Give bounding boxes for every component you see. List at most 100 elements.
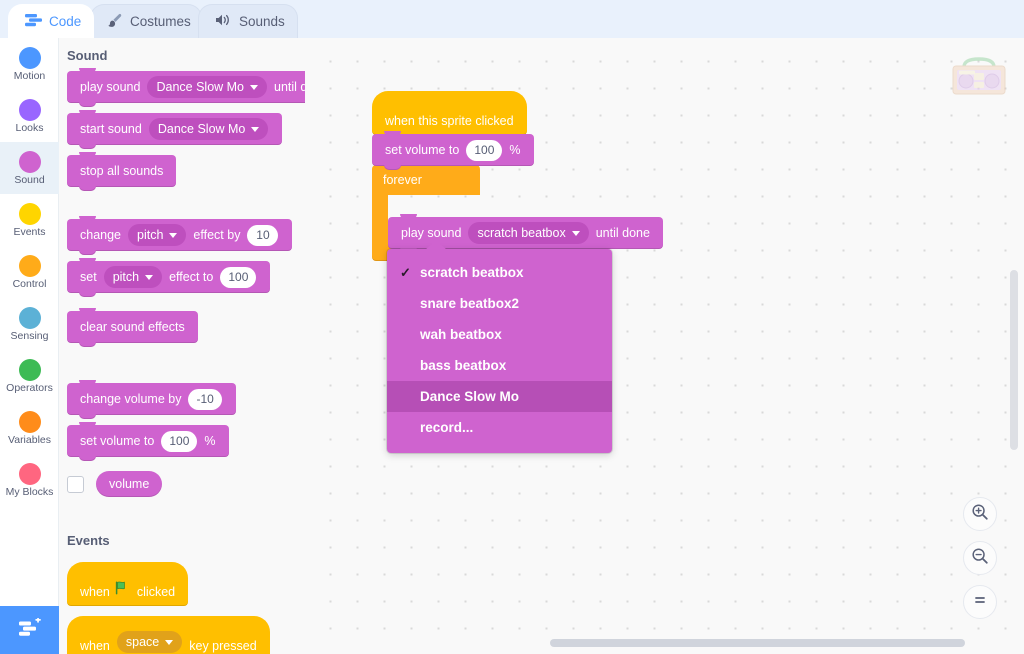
- script-block-set-volume[interactable]: set volume to 100 %: [372, 134, 534, 166]
- motion-color-dot: [19, 47, 41, 69]
- sound-dropdown-menu[interactable]: ✓ scratch beatbox snare beatbox2 wah bea…: [387, 249, 612, 453]
- canvas-vertical-scrollbar[interactable]: [1010, 270, 1018, 450]
- palette-gap: [59, 353, 305, 383]
- block-palette[interactable]: Sound play sound Dance Slow Mo until don…: [59, 38, 305, 654]
- variables-color-dot: [19, 411, 41, 433]
- dropdown-item-label: wah beatbox: [420, 327, 502, 342]
- palette-row: stop all sounds: [67, 155, 305, 187]
- dropdown-item-dance-slow-mo[interactable]: Dance Slow Mo: [387, 381, 612, 412]
- tab-sounds[interactable]: Sounds: [198, 4, 298, 38]
- sound-menu-field[interactable]: Dance Slow Mo: [149, 118, 269, 140]
- tab-code[interactable]: Code: [8, 4, 94, 38]
- when-flag-prefix-label: when: [80, 585, 110, 599]
- control-color-dot: [19, 255, 41, 277]
- category-operators[interactable]: Operators: [0, 350, 59, 402]
- start-sound-prefix-label: start sound: [80, 122, 142, 136]
- zoom-out-button[interactable]: [963, 541, 997, 575]
- zoom-in-button[interactable]: [963, 497, 997, 531]
- check-icon: ✓: [400, 265, 411, 281]
- key-menu-field[interactable]: space: [117, 631, 182, 653]
- volume-monitor-checkbox[interactable]: [67, 476, 84, 493]
- volume-reporter-label: volume: [109, 477, 149, 491]
- script-stack: when this sprite clicked set volume to 1…: [372, 91, 534, 261]
- speaker-icon: [215, 13, 232, 30]
- set-volume-prefix-label: set volume to: [385, 143, 459, 157]
- play-sound-suffix-label: until done: [596, 226, 650, 240]
- palette-row: set pitch effect to 100: [67, 261, 305, 293]
- dropdown-item-label: scratch beatbox: [420, 265, 524, 280]
- effect-menu-field[interactable]: pitch: [104, 266, 162, 288]
- category-sidebar: Motion Looks Sound Events Control Sensin…: [0, 38, 59, 654]
- category-sensing[interactable]: Sensing: [0, 298, 59, 350]
- play-sound-suffix-label: until done: [274, 80, 305, 94]
- dropdown-item-label: snare beatbox2: [420, 296, 519, 311]
- dropdown-item-record[interactable]: record...: [387, 412, 612, 443]
- script-canvas[interactable]: when this sprite clicked set volume to 1…: [305, 38, 1024, 654]
- key-menu-value: space: [126, 635, 159, 649]
- block-play-sound-until-done[interactable]: play sound Dance Slow Mo until done: [67, 71, 305, 103]
- category-looks-label: Looks: [15, 122, 43, 134]
- change-effect-prefix-label: change: [80, 228, 121, 242]
- category-control[interactable]: Control: [0, 246, 59, 298]
- canvas-horizontal-scrollbar[interactable]: [550, 639, 965, 647]
- block-volume-reporter[interactable]: volume: [96, 471, 162, 497]
- category-variables-label: Variables: [8, 434, 51, 446]
- scratch-editor: Code Costumes Sounds: [0, 0, 1024, 654]
- category-motion[interactable]: Motion: [0, 38, 59, 90]
- palette-row: play sound Dance Slow Mo until done: [67, 71, 305, 103]
- chevron-down-icon: [169, 233, 177, 238]
- code-icon: [25, 13, 42, 30]
- tab-sounds-label: Sounds: [239, 14, 285, 29]
- script-block-when-sprite-clicked[interactable]: when this sprite clicked: [372, 91, 534, 135]
- change-volume-prefix-label: change volume by: [80, 392, 181, 406]
- tab-bar: Code Costumes Sounds: [0, 0, 1024, 38]
- play-sound-prefix-label: play sound: [80, 80, 140, 94]
- effect-menu-field[interactable]: pitch: [128, 224, 186, 246]
- zoom-reset-button[interactable]: [963, 585, 997, 619]
- block-start-sound[interactable]: start sound Dance Slow Mo: [67, 113, 282, 145]
- palette-row: clear sound effects: [67, 311, 305, 343]
- dropdown-item-scratch-beatbox[interactable]: ✓ scratch beatbox: [387, 257, 612, 288]
- forever-arm: [372, 195, 388, 239]
- change-effect-number-input[interactable]: 10: [247, 225, 278, 246]
- category-variables[interactable]: Variables: [0, 402, 59, 454]
- category-my-blocks[interactable]: My Blocks: [0, 454, 59, 506]
- category-sound[interactable]: Sound: [0, 142, 59, 194]
- category-my-blocks-label: My Blocks: [6, 486, 54, 498]
- sound-menu-field[interactable]: Dance Slow Mo: [147, 76, 267, 98]
- set-effect-number-input[interactable]: 100: [220, 267, 256, 288]
- dropdown-item-bass-beatbox[interactable]: bass beatbox: [387, 350, 612, 381]
- block-change-effect-by[interactable]: change pitch effect by 10: [67, 219, 292, 251]
- dropdown-item-wah-beatbox[interactable]: wah beatbox: [387, 319, 612, 350]
- block-when-key-pressed[interactable]: when space key pressed: [67, 616, 270, 654]
- tab-code-label: Code: [49, 14, 81, 29]
- block-set-volume-to[interactable]: set volume to 100 %: [67, 425, 229, 457]
- block-stop-all-sounds[interactable]: stop all sounds: [67, 155, 176, 187]
- block-clear-sound-effects[interactable]: clear sound effects: [67, 311, 198, 343]
- brush-icon: [107, 13, 123, 31]
- dropdown-item-snare-beatbox2[interactable]: snare beatbox2: [387, 288, 612, 319]
- set-volume-number-input[interactable]: 100: [161, 431, 197, 452]
- block-set-effect-to[interactable]: set pitch effect to 100: [67, 261, 270, 293]
- stop-all-sounds-label: stop all sounds: [80, 164, 163, 178]
- set-volume-number-input[interactable]: 100: [466, 140, 502, 161]
- category-events[interactable]: Events: [0, 194, 59, 246]
- category-looks[interactable]: Looks: [0, 90, 59, 142]
- block-when-flag-clicked[interactable]: when clicked: [67, 562, 188, 606]
- sound-color-dot: [19, 151, 41, 173]
- when-flag-suffix-label: clicked: [137, 585, 175, 599]
- set-effect-prefix-label: set: [80, 270, 97, 284]
- sound-menu-value: Dance Slow Mo: [156, 80, 244, 94]
- tab-costumes[interactable]: Costumes: [90, 4, 202, 38]
- set-effect-mid-label: effect to: [169, 270, 213, 284]
- add-extension-button[interactable]: [0, 606, 59, 654]
- change-volume-number-input[interactable]: -10: [188, 389, 221, 410]
- sensing-color-dot: [19, 307, 41, 329]
- block-change-volume-by[interactable]: change volume by -10: [67, 383, 236, 415]
- when-key-suffix-label: key pressed: [189, 639, 256, 653]
- palette-row: set volume to 100 %: [67, 425, 305, 457]
- sound-menu-field-open[interactable]: scratch beatbox: [468, 222, 588, 244]
- add-extension-icon: [18, 618, 42, 643]
- chevron-down-icon: [572, 231, 580, 236]
- set-volume-body: set volume to 100 %: [372, 134, 534, 166]
